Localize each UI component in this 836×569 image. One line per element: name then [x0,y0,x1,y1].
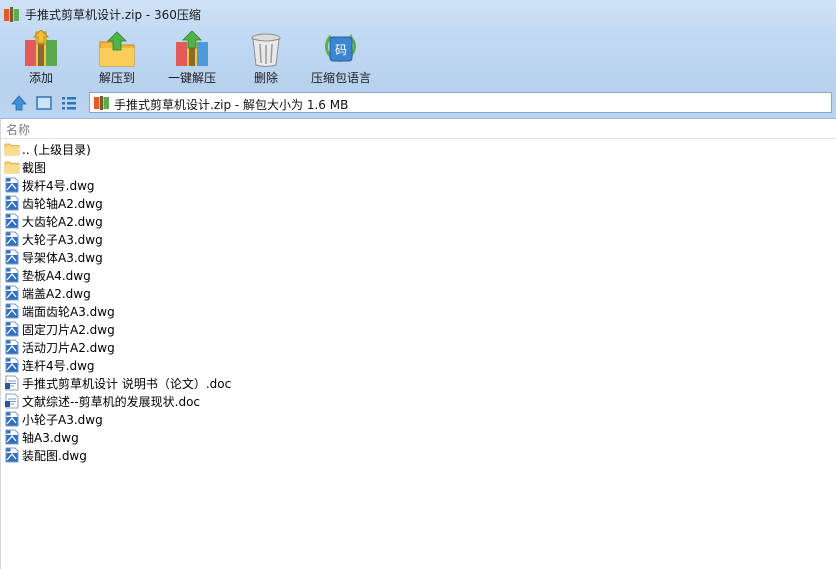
extract-to-button[interactable]: 解压到 [91,28,143,88]
list-item[interactable]: 连杆4号.dwg [1,356,836,374]
list-item-name: 大齿轮A2.dwg [22,215,103,229]
dwg-file-icon [5,249,19,265]
window-title: 手推式剪草机设计.zip - 360压缩 [25,8,201,22]
title-bar: 手推式剪草机设计.zip - 360压缩 [0,0,836,28]
list-item-name: 齿轮轴A2.dwg [22,197,103,211]
list-item-name: 端面齿轮A3.dwg [22,305,115,319]
list-item-name: 连杆4号.dwg [22,359,95,373]
list-item-name: 小轮子A3.dwg [22,413,103,427]
list-item-name: 拨杆4号.dwg [22,179,95,193]
extract-to-icon [99,31,135,67]
list-item-name: 文献综述--剪草机的发展现状.doc [22,395,201,409]
one-click-extract-icon [176,30,208,66]
list-item[interactable]: 大轮子A3.dwg [1,230,836,248]
list-item[interactable]: 轴A3.dwg [1,428,836,446]
address-text: 手推式剪草机设计.zip - 解包大小为 1.6 MB [114,98,349,112]
add-label: 添加 [28,71,53,85]
doc-file-icon [5,375,19,391]
list-item[interactable]: 文献综述--剪草机的发展现状.doc [1,392,836,410]
dwg-file-icon [5,303,19,319]
delete-label: 删除 [253,71,278,85]
list-item[interactable]: 导架体A3.dwg [1,248,836,266]
address-field[interactable]: 手推式剪草机设计.zip - 解包大小为 1.6 MB [89,92,832,113]
list-item[interactable]: 截图 [1,158,836,176]
dwg-file-icon [5,231,19,247]
list-item[interactable]: 固定刀片A2.dwg [1,320,836,338]
list-item[interactable]: 装配图.dwg [1,446,836,464]
doc-file-icon [5,393,19,409]
list-item[interactable]: 端盖A2.dwg [1,284,836,302]
list-item-name: 装配图.dwg [22,449,87,463]
list-item-name: 导架体A3.dwg [22,251,103,265]
file-list-pane: 名称 .. (上级目录) 截图拨杆4号.dwg 齿轮轴A2.dwg 大齿轮A2.dwg… [0,119,836,569]
list-item-name: 活动刀片A2.dwg [22,341,115,355]
folder-icon [4,143,20,156]
one-click-extract-button[interactable]: 一键解压 [163,28,221,88]
delete-button[interactable]: 删除 [243,28,289,88]
list-item-name: 手推式剪草机设计 说明书（论文）.doc [22,377,232,391]
top-frame: 手推式剪草机设计.zip - 360压缩 添加 解压到 一键解压 删除 码 压缩… [0,0,836,119]
dwg-file-icon [5,177,19,193]
list-item[interactable]: 大齿轮A2.dwg [1,212,836,230]
list-item[interactable]: 拨杆4号.dwg [1,176,836,194]
list-item-name: 截图 [22,161,47,175]
list-item[interactable]: 手推式剪草机设计 说明书（论文）.doc [1,374,836,392]
dwg-file-icon [5,321,19,337]
dwg-file-icon [5,195,19,211]
file-list: .. (上级目录) 截图拨杆4号.dwg 齿轮轴A2.dwg 大齿轮A2.dwg 大轮子… [1,140,836,464]
view-large-icon[interactable] [35,94,53,112]
add-archive-icon [25,30,57,66]
dwg-file-icon [5,357,19,373]
svg-text:码: 码 [335,43,347,57]
list-item-name: 大轮子A3.dwg [22,233,103,247]
list-item-name: 固定刀片A2.dwg [22,323,115,337]
view-list-icon[interactable] [60,94,78,112]
archive-file-icon [94,96,109,110]
list-item[interactable]: 齿轮轴A2.dwg [1,194,836,212]
folder-icon [4,161,20,174]
trash-icon [251,33,281,67]
toolbar: 添加 解压到 一键解压 删除 码 压缩包语言 [0,28,836,90]
list-item-name: 垫板A4.dwg [22,269,91,283]
list-item-name: 轴A3.dwg [22,431,79,445]
dwg-file-icon [5,285,19,301]
list-item[interactable]: 垫板A4.dwg [1,266,836,284]
column-name-label: 名称 [6,123,31,137]
column-header-name[interactable]: 名称 [1,119,836,139]
app-icon [4,7,19,22]
one-click-extract-label: 一键解压 [167,71,216,85]
extract-to-label: 解压到 [98,71,135,85]
dwg-file-icon [5,267,19,283]
add-button[interactable]: 添加 [16,28,66,88]
list-item[interactable]: .. (上级目录) [1,140,836,158]
dwg-file-icon [5,411,19,427]
list-item-name: .. (上级目录) [22,143,91,157]
list-item-name: 端盖A2.dwg [22,287,91,301]
archive-language-button[interactable]: 码 压缩包语言 [307,28,375,88]
list-item[interactable]: 活动刀片A2.dwg [1,338,836,356]
dwg-file-icon [5,447,19,463]
dwg-file-icon [5,213,19,229]
dwg-file-icon [5,339,19,355]
list-item[interactable]: 小轮子A3.dwg [1,410,836,428]
list-item[interactable]: 端面齿轮A3.dwg [1,302,836,320]
address-bar: 手推式剪草机设计.zip - 解包大小为 1.6 MB [0,91,836,115]
archive-language-icon: 码 [325,34,356,62]
dwg-file-icon [5,429,19,445]
up-arrow-icon[interactable] [10,94,28,112]
archive-language-label: 压缩包语言 [310,71,371,85]
